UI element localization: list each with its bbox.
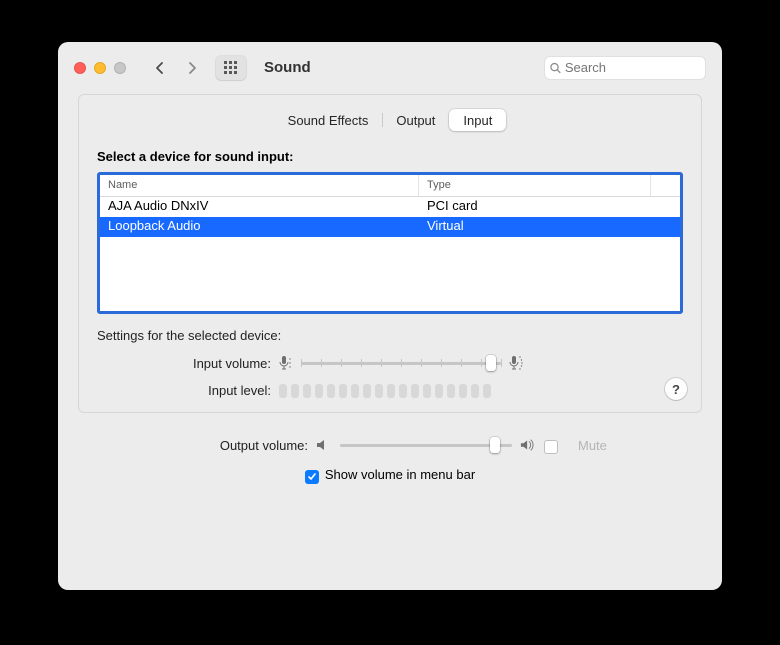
input-level-meter	[279, 384, 491, 398]
search-icon	[550, 62, 561, 74]
grid-icon	[224, 61, 238, 75]
device-name: Loopback Audio	[100, 217, 419, 237]
tab-input[interactable]: Input	[449, 109, 506, 131]
input-volume-slider[interactable]	[301, 355, 501, 371]
table-row[interactable]: Loopback Audio Virtual	[100, 217, 680, 237]
sound-preferences-window: Sound Sound Effects Output Input Select …	[58, 42, 722, 590]
column-header-name[interactable]: Name	[100, 175, 419, 196]
slider-thumb[interactable]	[490, 437, 500, 453]
output-volume-slider[interactable]	[340, 437, 512, 453]
back-button[interactable]	[148, 56, 172, 80]
sound-panel: Sound Effects Output Input Select a devi…	[78, 94, 702, 413]
search-input[interactable]	[565, 60, 700, 75]
minimize-icon[interactable]	[94, 62, 106, 74]
sound-tabs: Sound Effects Output Input	[97, 109, 683, 131]
window-traffic-lights	[74, 62, 126, 74]
input-devices-table[interactable]: Name Type AJA Audio DNxIV PCI card Loopb…	[97, 172, 683, 314]
show-all-button[interactable]	[216, 56, 246, 80]
column-header-type[interactable]: Type	[419, 175, 651, 196]
mic-high-icon	[509, 355, 523, 371]
tab-output[interactable]: Output	[382, 109, 449, 131]
tab-sound-effects[interactable]: Sound Effects	[274, 109, 383, 131]
input-level-label: Input level:	[97, 383, 279, 398]
device-type: Virtual	[419, 217, 680, 237]
device-name: AJA Audio DNxIV	[100, 197, 419, 217]
mute-label: Mute	[578, 438, 607, 453]
select-device-label: Select a device for sound input:	[97, 149, 683, 164]
device-type: PCI card	[419, 197, 680, 217]
forward-button	[180, 56, 204, 80]
settings-for-device-label: Settings for the selected device:	[97, 328, 683, 343]
mute-checkbox[interactable]	[544, 440, 558, 454]
search-field[interactable]	[544, 56, 706, 80]
slider-thumb[interactable]	[486, 355, 496, 371]
footer: Output volume: Mute Show volume	[58, 429, 722, 502]
window-title: Sound	[264, 59, 311, 76]
table-header: Name Type	[100, 175, 680, 197]
mic-low-icon	[279, 355, 293, 371]
window-toolbar: Sound	[58, 42, 722, 94]
table-row[interactable]: AJA Audio DNxIV PCI card	[100, 197, 680, 217]
show-volume-menubar-label: Show volume in menu bar	[325, 467, 475, 482]
show-volume-menubar-checkbox[interactable]	[305, 470, 319, 484]
zoom-icon	[114, 62, 126, 74]
speaker-high-icon	[520, 438, 536, 452]
output-volume-label: Output volume:	[78, 438, 316, 453]
close-icon[interactable]	[74, 62, 86, 74]
input-volume-label: Input volume:	[97, 356, 279, 371]
speaker-low-icon	[316, 438, 332, 452]
help-button[interactable]: ?	[665, 378, 687, 400]
